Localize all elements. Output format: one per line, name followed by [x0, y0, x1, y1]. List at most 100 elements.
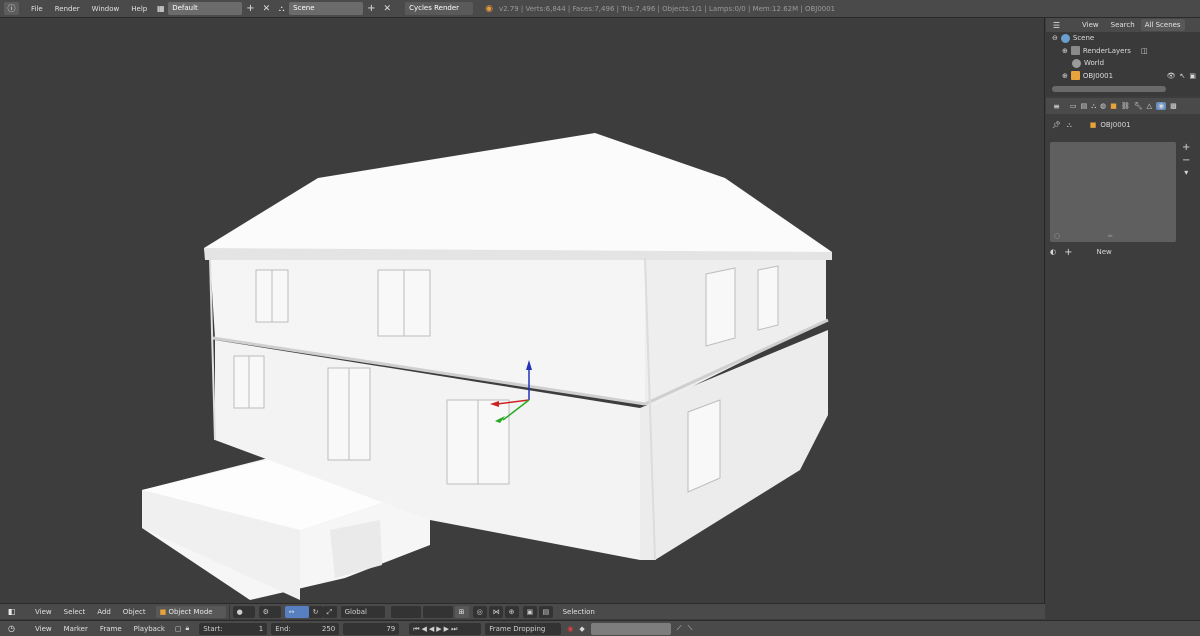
mode-select[interactable]: ■ Object Mode: [155, 605, 226, 618]
add-scene-icon[interactable]: +: [363, 3, 379, 14]
outliner-search-menu[interactable]: Search: [1105, 21, 1141, 29]
outliner-view-menu[interactable]: View: [1076, 21, 1105, 29]
layer-lock-icon[interactable]: ⊞: [454, 605, 469, 618]
tl-menu-playback[interactable]: Playback: [128, 625, 171, 633]
mode-label: Object Mode: [168, 607, 213, 616]
editor-type-icon[interactable]: ◧: [4, 605, 19, 618]
proportional-edit-icon[interactable]: ◎: [472, 605, 487, 618]
outliner-editor-icon[interactable]: ☰: [1049, 18, 1064, 32]
start-frame-field[interactable]: Start: 1: [199, 622, 268, 635]
object-icon[interactable]: ■: [1110, 102, 1117, 110]
scene-stats: v2.79 | Verts:6,844 | Faces:7,496 | Tris…: [498, 4, 836, 13]
camera-icon[interactable]: ◫: [1141, 47, 1148, 55]
list-resize-handle[interactable]: ═: [1108, 232, 1112, 240]
specials-icon[interactable]: ▾: [1184, 168, 1188, 177]
object-name: OBJ0001: [1100, 121, 1131, 129]
render-toggle-icon[interactable]: ▣: [1189, 72, 1196, 80]
remove-scene-icon[interactable]: ✕: [380, 4, 396, 14]
viewport-header: ◧ View Select Add Object ■ Object Mode ●…: [0, 603, 1045, 619]
snap-icon[interactable]: ⋈: [488, 605, 503, 618]
outliner-header: ☰ View Search All Scenes: [1046, 18, 1200, 32]
scene-icon: [1060, 33, 1070, 43]
sync-mode-select[interactable]: Frame Dropping: [485, 622, 562, 635]
manipulator-scale[interactable]: ⤢: [322, 605, 337, 618]
keying-icon[interactable]: ◆: [579, 625, 584, 633]
insert-key-icon[interactable]: ⟋: [677, 624, 682, 633]
orientation-select[interactable]: Global: [340, 605, 385, 618]
properties-editor-icon[interactable]: ≡: [1049, 99, 1064, 113]
render-layers-icon[interactable]: ▤: [1081, 102, 1088, 110]
pin-icon[interactable]: 📌︎: [1052, 121, 1061, 129]
layout-selector[interactable]: Default: [168, 2, 243, 15]
object-data-icon: ⛬: [1066, 120, 1072, 129]
constraints-icon[interactable]: ⛓: [1121, 102, 1130, 110]
house-model[interactable]: [0, 18, 1045, 603]
render-icon[interactable]: ▭: [1070, 102, 1077, 110]
menu-file[interactable]: File: [25, 5, 49, 13]
layers-grid[interactable]: [390, 605, 421, 618]
render-engine-select[interactable]: Cycles Render: [405, 2, 474, 15]
remove-icon[interactable]: −: [1182, 155, 1190, 166]
select-icon[interactable]: ↖: [1180, 72, 1186, 80]
opengl-render-icon[interactable]: ▣: [522, 605, 537, 618]
outliner-item-object[interactable]: ⊕ OBJ0001 👁︎ ↖ ▣: [1046, 70, 1200, 83]
pivot-select[interactable]: ⚙: [258, 605, 281, 618]
info-icon[interactable]: ⓘ: [4, 2, 19, 15]
outliner-scrollbar[interactable]: [1052, 86, 1166, 92]
vp-menu-object[interactable]: Object: [117, 608, 152, 616]
3d-viewport[interactable]: [0, 18, 1045, 603]
tl-menu-view[interactable]: View: [29, 625, 58, 633]
preview-range-icon[interactable]: ▢: [175, 625, 182, 633]
new-material-button[interactable]: New: [1097, 248, 1112, 256]
delete-key-icon[interactable]: ⟍: [688, 624, 693, 633]
manipulator-rotate[interactable]: ↻: [308, 605, 323, 618]
outliner-filter-select[interactable]: All Scenes: [1140, 19, 1185, 31]
end-frame-field[interactable]: End: 250: [271, 622, 340, 635]
vp-menu-view[interactable]: View: [29, 608, 58, 616]
tl-menu-frame[interactable]: Frame: [94, 625, 128, 633]
add-material-icon[interactable]: +: [1064, 247, 1072, 258]
properties-panel: 📌︎ ⛬ ■ OBJ0001 ═ ○ + − ▾ ◐ + New: [1046, 114, 1200, 620]
outliner-label: World: [1084, 59, 1105, 68]
outliner-item-scene[interactable]: ⊖ Scene: [1046, 32, 1200, 45]
timeline-header: ◷ View Marker Frame Playback ▢ 🔒︎ Start:…: [0, 620, 1200, 636]
scene-icon[interactable]: ⛬: [1091, 102, 1096, 111]
play-icon[interactable]: ⏮◀◀▶▶⏭: [413, 625, 459, 633]
menu-help[interactable]: Help: [125, 5, 153, 13]
record-icon[interactable]: ◉: [567, 625, 573, 633]
layout-icon[interactable]: ▦: [153, 2, 169, 15]
lock-icon[interactable]: 🔒︎: [186, 624, 190, 633]
material-browse-icon[interactable]: ◐: [1050, 248, 1056, 256]
world-icon[interactable]: ◍: [1100, 102, 1106, 110]
snap-target-icon[interactable]: ⊕: [504, 605, 519, 618]
timeline-editor-icon[interactable]: ◷: [4, 622, 19, 635]
add-layout-icon[interactable]: +: [242, 3, 258, 14]
keying-set-field[interactable]: [590, 622, 671, 635]
layers-grid-2[interactable]: [422, 605, 453, 618]
cube-icon: ■: [159, 607, 167, 616]
scene-selector[interactable]: Scene: [289, 2, 364, 15]
modifier-icon[interactable]: 🔧︎: [1134, 102, 1143, 110]
manipulator-toggle[interactable]: ↔: [284, 605, 309, 618]
visibility-icon[interactable]: 👁︎: [1167, 72, 1176, 80]
texture-icon[interactable]: ▩: [1170, 102, 1177, 110]
opengl-anim-icon[interactable]: ▤: [538, 605, 553, 618]
outliner-item-world[interactable]: World: [1046, 57, 1200, 70]
outliner-item-renderlayers[interactable]: ⊕ RenderLayers ◫: [1046, 45, 1200, 58]
tl-menu-marker[interactable]: Marker: [58, 625, 94, 633]
add-icon[interactable]: +: [1182, 142, 1190, 153]
material-slots-list[interactable]: ═ ○: [1050, 142, 1176, 242]
vp-menu-add[interactable]: Add: [91, 608, 117, 616]
current-frame-field[interactable]: 79: [343, 622, 400, 635]
data-icon[interactable]: △: [1147, 102, 1152, 110]
shading-select[interactable]: ●: [232, 605, 255, 618]
menu-window[interactable]: Window: [86, 5, 126, 13]
playback-controls[interactable]: ⏮◀◀▶▶⏭: [409, 622, 482, 635]
material-icon[interactable]: ◉: [1156, 102, 1167, 110]
list-filter-icon[interactable]: ○: [1054, 232, 1060, 240]
vp-menu-select[interactable]: Select: [58, 608, 92, 616]
menu-render[interactable]: Render: [49, 5, 86, 13]
scene-icon[interactable]: ⛬: [274, 2, 290, 15]
remove-layout-icon[interactable]: ✕: [259, 4, 275, 14]
cube-icon: [1070, 71, 1080, 81]
